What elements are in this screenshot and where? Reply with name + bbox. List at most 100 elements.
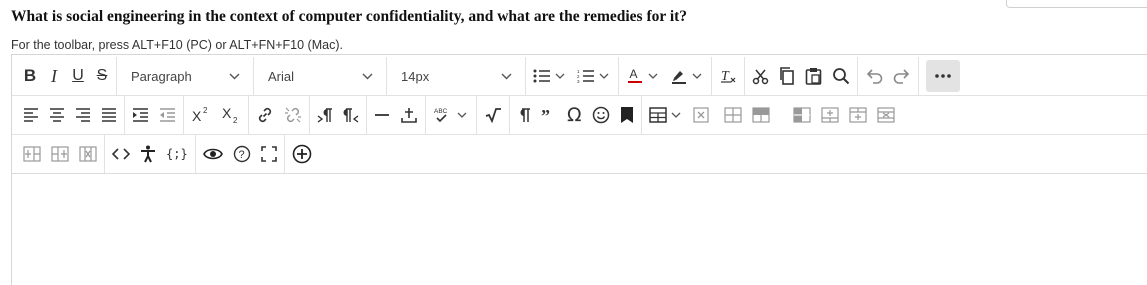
insert-link-button[interactable] xyxy=(252,100,278,130)
format-dropdown[interactable]: Paragraph xyxy=(119,61,251,91)
ltr-button[interactable] xyxy=(313,100,337,130)
preview-button[interactable] xyxy=(199,139,227,169)
chevron-down-icon xyxy=(669,108,683,122)
rtl-button[interactable] xyxy=(339,100,363,130)
font-size-dropdown[interactable]: 14px xyxy=(389,61,523,91)
emoticons-button[interactable] xyxy=(588,100,614,130)
text-color-icon: A xyxy=(626,67,644,85)
italic-button[interactable]: I xyxy=(43,61,65,91)
toolbar-row-1: B I U S Paragraph Arial 14px 1 2 3 A T xyxy=(12,57,1147,96)
subscript-button[interactable]: X2 xyxy=(217,100,245,130)
font-dropdown-value: Arial xyxy=(268,68,295,84)
table-cell-props-button[interactable] xyxy=(720,100,746,130)
blockquote-button[interactable]: ” xyxy=(537,100,561,130)
format-dropdown-value: Paragraph xyxy=(131,68,192,84)
align-left-button[interactable] xyxy=(19,100,43,130)
find-replace-button[interactable] xyxy=(828,61,854,91)
clear-formatting-button[interactable]: T xyxy=(715,61,741,91)
insert-col-after-button[interactable] xyxy=(47,139,73,169)
chevron-down-icon xyxy=(455,108,469,122)
font-dropdown[interactable]: Arial xyxy=(256,61,384,91)
align-center-button[interactable] xyxy=(45,100,69,130)
text-color-button[interactable]: A xyxy=(622,61,664,91)
show-blocks-button[interactable] xyxy=(513,100,535,130)
cut-button[interactable] xyxy=(748,61,773,91)
outdent-button[interactable] xyxy=(155,100,180,130)
math-equation-button[interactable] xyxy=(480,100,506,130)
underline-button[interactable]: U xyxy=(67,61,89,91)
horizontal-line-button[interactable] xyxy=(370,100,394,130)
insert-row-before-button[interactable] xyxy=(817,100,843,130)
quote-icon: ” xyxy=(541,108,557,122)
add-more-button[interactable] xyxy=(288,139,316,169)
clear-formatting-icon: T xyxy=(719,67,737,85)
question-text: What is social engineering in the contex… xyxy=(11,8,688,25)
table-col-props-button[interactable] xyxy=(789,100,815,130)
accessibility-icon xyxy=(140,145,156,163)
insert-row-after-button[interactable] xyxy=(845,100,871,130)
paste-button[interactable] xyxy=(801,61,826,91)
insert-row-before-icon xyxy=(820,107,839,123)
bold-button[interactable]: B xyxy=(19,61,41,91)
clipboard-icon xyxy=(805,67,822,85)
remove-link-button[interactable] xyxy=(280,100,306,130)
indent-button[interactable] xyxy=(128,100,153,130)
toolbar-row-3: {;} ? xyxy=(12,135,392,173)
superscript-button[interactable]: X2 xyxy=(187,100,215,130)
strikethrough-button[interactable]: S xyxy=(91,61,113,91)
source-code-button[interactable] xyxy=(108,139,134,169)
highlight-color-button[interactable] xyxy=(666,61,708,91)
omega-icon: Ω xyxy=(567,104,582,126)
svg-text:2: 2 xyxy=(203,106,208,115)
bullet-list-icon xyxy=(533,69,551,83)
editor-content-area[interactable] xyxy=(12,175,1147,283)
anchor-button[interactable] xyxy=(616,100,638,130)
toolbar-row-2: X2 X2 ABC ” Ω xyxy=(12,96,1147,135)
accessibility-checker-button[interactable] xyxy=(136,139,160,169)
highlighter-icon xyxy=(670,67,688,85)
delete-col-icon xyxy=(79,146,97,162)
redo-button[interactable] xyxy=(889,61,915,91)
insert-col-before-button[interactable] xyxy=(19,139,45,169)
chevron-down-icon xyxy=(360,69,374,83)
ellipsis-icon xyxy=(935,74,951,78)
bookmark-icon xyxy=(620,106,634,124)
delete-table-button[interactable] xyxy=(689,100,713,130)
special-character-button[interactable]: Ω xyxy=(563,100,586,130)
fullscreen-button[interactable] xyxy=(257,139,281,169)
rtl-icon xyxy=(343,107,359,123)
help-icon: ? xyxy=(233,145,251,163)
align-right-button[interactable] xyxy=(71,100,95,130)
align-center-icon xyxy=(49,108,65,122)
delete-row-button[interactable] xyxy=(873,100,899,130)
plus-circle-icon xyxy=(292,144,312,164)
numbered-list-icon: 123 xyxy=(577,69,595,83)
bullet-list-button[interactable] xyxy=(529,61,571,91)
copy-button[interactable] xyxy=(775,61,799,91)
table-row-props-button[interactable] xyxy=(748,100,774,130)
add-content-button[interactable] xyxy=(396,100,422,130)
spellcheck-button[interactable]: ABC xyxy=(429,100,473,130)
horizontal-line-icon xyxy=(374,107,390,123)
insert-col-before-icon xyxy=(23,146,41,162)
table-button[interactable] xyxy=(645,100,687,130)
ltr-icon xyxy=(317,107,333,123)
square-root-icon xyxy=(484,107,502,123)
table-cell-icon xyxy=(723,107,742,123)
table-column-icon xyxy=(792,107,811,123)
help-button[interactable]: ? xyxy=(229,139,255,169)
align-left-icon xyxy=(23,108,39,122)
paragraph-icon xyxy=(517,107,531,123)
chevron-down-icon xyxy=(553,69,567,83)
delete-table-icon xyxy=(692,107,709,123)
more-options-button[interactable] xyxy=(926,60,960,92)
embed-code-button[interactable]: {;} xyxy=(162,139,192,169)
svg-text:X: X xyxy=(222,106,232,121)
undo-button[interactable] xyxy=(861,61,887,91)
delete-col-button[interactable] xyxy=(75,139,101,169)
svg-text:A: A xyxy=(630,67,638,81)
numbered-list-button[interactable]: 123 xyxy=(573,61,615,91)
unlink-icon xyxy=(284,106,302,124)
chevron-down-icon xyxy=(690,69,704,83)
justify-button[interactable] xyxy=(97,100,121,130)
